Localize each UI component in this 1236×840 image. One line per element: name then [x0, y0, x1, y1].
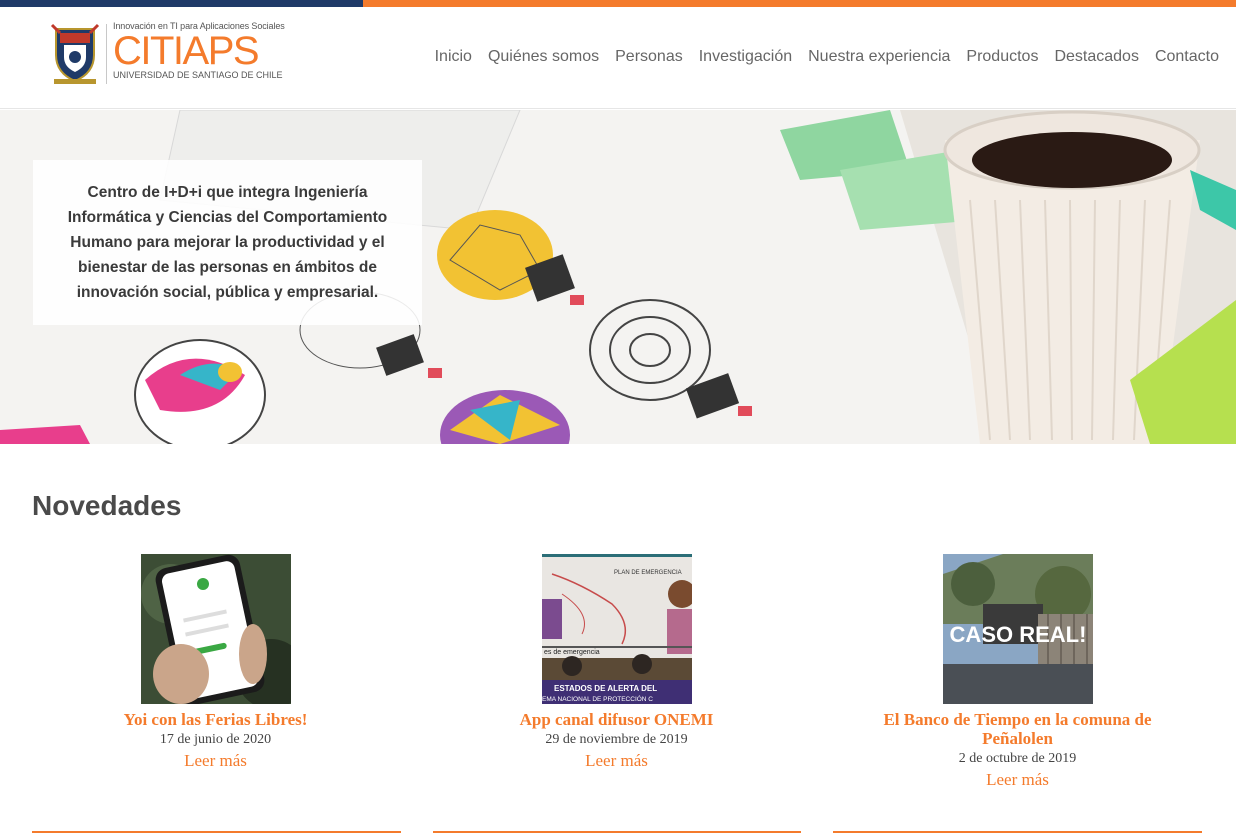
- news-thumbnail-onemi[interactable]: PLAN DE EMERGENCIA es de emergencia ESTA…: [541, 554, 692, 704]
- news-title[interactable]: El Banco de Tiempo en la comuna de Peñal…: [833, 710, 1202, 748]
- news-item-yoi: Yoi con las Ferias Libres! 17 de junio d…: [31, 554, 400, 771]
- read-more-link[interactable]: Leer más: [986, 770, 1049, 790]
- logo-university: UNIVERSIDAD DE SANTIAGO DE CHILE: [113, 70, 283, 80]
- news-date: 17 de junio de 2020: [159, 732, 272, 747]
- nav-destacados[interactable]: Destacados: [1046, 48, 1147, 66]
- news-date: 2 de octubre de 2019: [958, 751, 1077, 766]
- novedades-title: Novedades: [32, 490, 182, 521]
- top-bar-orange: [363, 0, 1236, 7]
- site-logo[interactable]: Innovación en TI para Aplicaciones Socia…: [50, 21, 290, 91]
- nav-quienes-somos[interactable]: Quiénes somos: [480, 48, 607, 66]
- thumb-text-proteccion: EMA NACIONAL DE PROTECCIÓN C: [542, 694, 653, 703]
- news-item-banco-tiempo: CASO REAL! El Banco de Tiempo en la comu…: [833, 554, 1202, 790]
- news-title[interactable]: App canal difusor ONEMI: [432, 710, 801, 729]
- read-more-link[interactable]: Leer más: [184, 751, 247, 771]
- hero-banner: Centro de I+D+i que integra Ingeniería I…: [0, 110, 1236, 444]
- news-date: 29 de noviembre de 2019: [545, 732, 688, 747]
- logo-name: CITIAPS: [113, 29, 260, 73]
- top-color-bar: [0, 0, 1236, 7]
- news-item-onemi: PLAN DE EMERGENCIA es de emergencia ESTA…: [432, 554, 801, 771]
- thumb-text-plan: PLAN DE EMERGENCIA: [614, 570, 682, 576]
- news-separator: [833, 831, 1202, 833]
- university-crest-icon: [50, 23, 100, 84]
- thumb-text-caso-real: CASO REAL!: [949, 622, 1086, 647]
- read-more-link[interactable]: Leer más: [585, 751, 648, 771]
- nav-contacto[interactable]: Contacto: [1147, 48, 1227, 66]
- logo-divider: [106, 24, 107, 84]
- thumb-text-emergencia: es de emergencia: [544, 649, 600, 656]
- news-separator: [32, 831, 401, 833]
- top-bar-navy: [0, 0, 363, 7]
- main-nav: Inicio Quiénes somos Personas Investigac…: [427, 48, 1227, 66]
- hero-description: Centro de I+D+i que integra Ingeniería I…: [67, 184, 388, 301]
- hero-text-box: Centro de I+D+i que integra Ingeniería I…: [33, 160, 422, 325]
- news-thumbnail-yoi[interactable]: [140, 554, 291, 704]
- news-title[interactable]: Yoi con las Ferias Libres!: [31, 710, 400, 729]
- site-header: Innovación en TI para Aplicaciones Socia…: [0, 7, 1236, 109]
- nav-personas[interactable]: Personas: [607, 48, 691, 66]
- nav-investigacion[interactable]: Investigación: [691, 48, 800, 66]
- news-separator: [433, 831, 801, 833]
- nav-inicio[interactable]: Inicio: [427, 48, 480, 66]
- news-thumbnail-banco-tiempo[interactable]: CASO REAL!: [942, 554, 1093, 704]
- nav-nuestra-experiencia[interactable]: Nuestra experiencia: [800, 48, 958, 66]
- nav-productos[interactable]: Productos: [958, 48, 1046, 66]
- thumb-text-alerta: ESTADOS DE ALERTA DEL: [554, 684, 657, 693]
